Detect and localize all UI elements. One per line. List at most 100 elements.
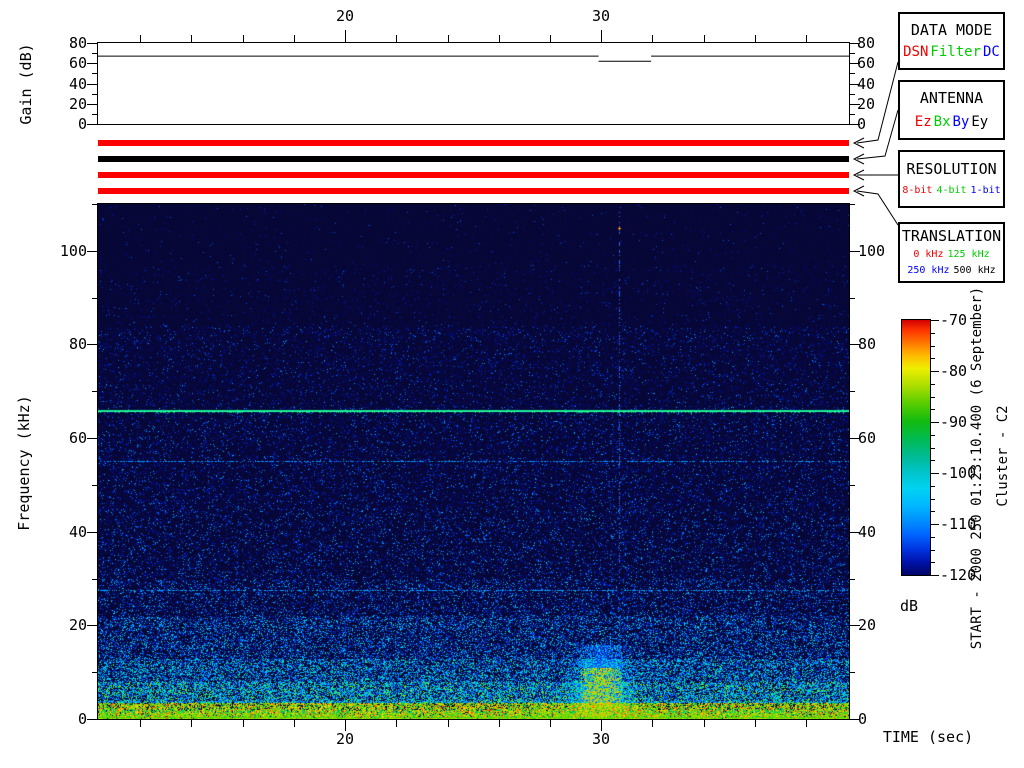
tick-label: 40 xyxy=(68,75,87,93)
axis-tick xyxy=(931,346,935,347)
axis-tick xyxy=(601,30,602,42)
tick-label: -80 xyxy=(940,362,968,380)
tick-label: 20 xyxy=(68,616,87,634)
tick-label: 0 xyxy=(857,115,867,133)
tick-label: -70 xyxy=(940,311,968,329)
axis-tick xyxy=(931,333,935,334)
axis-tick xyxy=(931,371,939,372)
axis-tick xyxy=(87,251,97,252)
axes-ticks-layer: 20 20 30 30 0 0 20 20 40 40 60 60 80 80 0 0 20 20 40 40 60 60… xyxy=(0,0,1024,768)
axis-tick xyxy=(87,84,97,85)
tick-label: 0 xyxy=(858,710,868,728)
tick-label: -90 xyxy=(940,413,968,431)
axis-tick xyxy=(550,35,551,42)
axis-tick xyxy=(931,473,939,474)
axis-tick xyxy=(850,391,855,392)
axis-tick xyxy=(87,344,97,345)
axis-tick xyxy=(294,720,295,727)
axis-tick xyxy=(140,720,141,727)
axis-tick xyxy=(87,104,97,105)
axis-tick xyxy=(931,435,935,436)
tick-label: -120 xyxy=(940,566,977,584)
axis-tick xyxy=(931,550,935,551)
axis-tick xyxy=(92,391,97,392)
axis-tick xyxy=(850,579,855,580)
axis-tick xyxy=(499,35,500,42)
axis-tick xyxy=(931,448,935,449)
axis-tick xyxy=(850,204,855,205)
axis-tick xyxy=(850,53,855,54)
axis-tick xyxy=(92,672,97,673)
axis-tick xyxy=(87,625,97,626)
axis-tick xyxy=(191,720,192,727)
axis-tick xyxy=(652,720,653,727)
axis-tick xyxy=(931,320,939,321)
axis-tick xyxy=(243,720,244,727)
tick-label: 20 xyxy=(857,95,876,113)
tick-label: -110 xyxy=(940,515,977,533)
axis-tick xyxy=(87,63,97,64)
axis-tick xyxy=(850,73,855,74)
axis-tick xyxy=(850,114,855,115)
axis-tick xyxy=(87,438,97,439)
axis-tick xyxy=(931,384,935,385)
tick-label: -100 xyxy=(940,464,977,482)
axis-tick xyxy=(499,720,500,727)
axis-tick xyxy=(92,579,97,580)
axis-tick xyxy=(140,35,141,42)
axis-tick xyxy=(931,409,935,410)
axis-tick xyxy=(294,35,295,42)
axis-tick xyxy=(345,30,346,42)
tick-label: 20 xyxy=(68,95,87,113)
axis-tick xyxy=(448,720,449,727)
axis-tick xyxy=(931,511,935,512)
tick-label: 60 xyxy=(858,429,877,447)
axis-tick xyxy=(87,43,97,44)
axis-tick xyxy=(87,124,97,125)
axis-tick xyxy=(931,422,939,423)
tick-label: 0 xyxy=(77,115,87,133)
axis-tick xyxy=(243,35,244,42)
axis-tick xyxy=(931,358,935,359)
axis-tick xyxy=(806,35,807,42)
axis-tick xyxy=(92,94,97,95)
tick-label: 80 xyxy=(68,335,87,353)
plot-page: Gain (dB) Frequency (kHz) DATA MODE DSN F… xyxy=(0,0,1024,768)
tick-label: 0 xyxy=(77,710,87,728)
axis-tick xyxy=(550,720,551,727)
axis-tick xyxy=(850,672,855,673)
tick-label: 40 xyxy=(68,523,87,541)
axis-tick xyxy=(850,485,855,486)
tick-label: 30 xyxy=(591,730,611,748)
axis-tick xyxy=(931,575,939,576)
axis-tick xyxy=(92,73,97,74)
tick-label: 20 xyxy=(858,616,877,634)
axis-tick xyxy=(704,720,705,727)
axis-tick xyxy=(92,204,97,205)
axis-tick xyxy=(755,720,756,727)
axis-tick xyxy=(92,298,97,299)
axis-tick xyxy=(396,35,397,42)
tick-label: 40 xyxy=(857,75,876,93)
axis-tick xyxy=(87,532,97,533)
axis-tick xyxy=(87,719,97,720)
axis-tick xyxy=(92,53,97,54)
axis-tick xyxy=(755,35,756,42)
axis-tick xyxy=(931,562,935,563)
tick-label: 60 xyxy=(68,429,87,447)
axis-tick xyxy=(850,298,855,299)
axis-tick xyxy=(931,486,935,487)
axis-tick xyxy=(931,397,935,398)
tick-label: 80 xyxy=(857,34,876,52)
axis-tick xyxy=(396,720,397,727)
tick-label: 20 xyxy=(335,730,355,748)
axis-tick xyxy=(652,35,653,42)
tick-label: 60 xyxy=(68,54,87,72)
tick-label: 30 xyxy=(591,7,611,25)
tick-label: 100 xyxy=(59,242,87,260)
tick-label: 60 xyxy=(857,54,876,72)
axis-tick xyxy=(92,114,97,115)
axis-tick xyxy=(191,35,192,42)
tick-label: 20 xyxy=(335,7,355,25)
axis-tick xyxy=(806,720,807,727)
